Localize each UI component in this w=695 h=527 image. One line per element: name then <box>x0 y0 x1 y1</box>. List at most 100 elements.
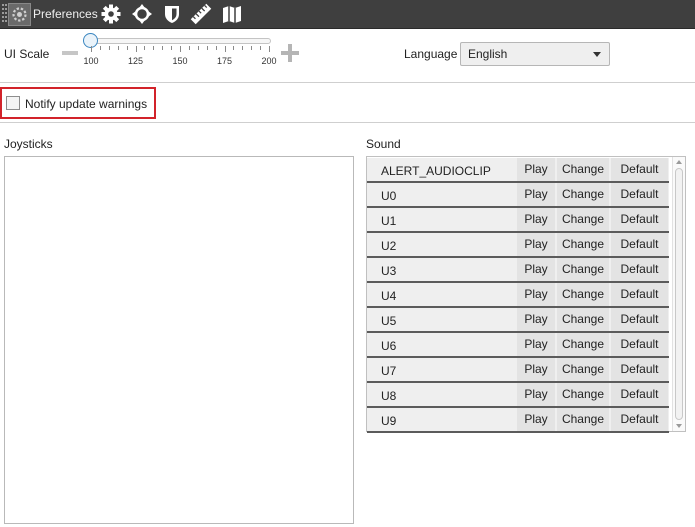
notify-update-warnings-checkbox[interactable] <box>6 96 20 110</box>
slider-tick <box>144 46 146 50</box>
language-label: Language <box>404 47 458 61</box>
scroll-down-icon[interactable] <box>676 424 682 428</box>
slider-tick-label: 100 <box>83 56 99 66</box>
default-button[interactable]: Default <box>611 308 668 331</box>
ruler-icon[interactable] <box>190 3 212 25</box>
change-button[interactable]: Change <box>557 183 609 206</box>
sound-row[interactable]: U0 Play Change Default <box>367 183 669 208</box>
slider-tick <box>180 46 181 52</box>
default-button[interactable]: Default <box>611 158 668 181</box>
play-button[interactable]: Play <box>517 208 555 231</box>
default-button[interactable]: Default <box>611 233 668 256</box>
sound-name: ALERT_AUDIOCLIP <box>381 164 491 178</box>
slider-tick <box>269 46 270 52</box>
sound-row[interactable]: ALERT_AUDIOCLIP Play Change Default <box>367 158 669 183</box>
joysticks-list[interactable] <box>4 156 354 524</box>
slider-tick-label: 200 <box>261 56 277 66</box>
sound-row[interactable]: U6 Play Change Default <box>367 333 669 358</box>
scroll-up-icon[interactable] <box>676 160 682 164</box>
play-button[interactable]: Play <box>517 333 555 356</box>
slider-tick <box>171 46 173 50</box>
change-button[interactable]: Change <box>557 408 609 431</box>
play-button[interactable]: Play <box>517 358 555 381</box>
slider-tick <box>162 46 164 50</box>
slider-tick <box>126 46 128 50</box>
language-select[interactable]: English <box>460 42 610 66</box>
sound-row[interactable]: U4 Play Change Default <box>367 283 669 308</box>
slider-tick <box>260 46 262 50</box>
sound-scrollbar[interactable] <box>672 157 685 431</box>
ui-scale-label: UI Scale <box>4 47 50 61</box>
play-button[interactable]: Play <box>517 233 555 256</box>
change-button[interactable]: Change <box>557 258 609 281</box>
change-button[interactable]: Change <box>557 308 609 331</box>
sound-row[interactable]: U7 Play Change Default <box>367 358 669 383</box>
gear-icon[interactable] <box>100 3 122 25</box>
shield-icon[interactable] <box>161 3 183 25</box>
joysticks-title: Joysticks <box>4 137 53 151</box>
crosshair-icon[interactable] <box>131 3 153 25</box>
play-button[interactable]: Play <box>517 383 555 406</box>
default-button[interactable]: Default <box>611 183 668 206</box>
slider-tick <box>108 46 110 50</box>
default-button[interactable]: Default <box>611 258 668 281</box>
change-button[interactable]: Change <box>557 208 609 231</box>
sound-name: U7 <box>381 364 397 378</box>
sound-name: U9 <box>381 414 397 428</box>
default-button[interactable]: Default <box>611 208 668 231</box>
slider-tick <box>206 46 208 50</box>
slider-tick <box>242 46 244 50</box>
sound-row[interactable]: U3 Play Change Default <box>367 258 669 283</box>
default-button[interactable]: Default <box>611 358 668 381</box>
slider-tick <box>215 46 217 50</box>
sound-list[interactable]: ALERT_AUDIOCLIP Play Change Default U0 Play Ch… <box>366 156 686 433</box>
map-icon[interactable] <box>221 3 243 25</box>
sound-name: U2 <box>381 239 397 253</box>
slider-tick <box>117 46 119 50</box>
slider-tick <box>188 46 190 50</box>
change-button[interactable]: Change <box>557 158 609 181</box>
change-button[interactable]: Change <box>557 283 609 306</box>
slider-tick <box>91 46 92 52</box>
scrollbar-thumb[interactable] <box>675 168 683 420</box>
slider-tick <box>197 46 199 50</box>
sound-row[interactable]: U2 Play Change Default <box>367 233 669 258</box>
slider-tick <box>224 46 226 52</box>
divider <box>0 122 695 123</box>
play-button[interactable]: Play <box>517 158 555 181</box>
sound-row[interactable]: U9 Play Change Default <box>367 408 669 433</box>
scale-decrease-button[interactable] <box>62 51 78 55</box>
default-button[interactable]: Default <box>611 383 668 406</box>
sound-name: U5 <box>381 314 397 328</box>
ui-scale-slider[interactable] <box>90 38 271 44</box>
top-toolbar: Preferences <box>0 0 695 29</box>
preferences-icon[interactable] <box>8 3 31 26</box>
play-button[interactable]: Play <box>517 258 555 281</box>
sound-name: U3 <box>381 264 397 278</box>
preferences-label[interactable]: Preferences <box>33 7 98 21</box>
chevron-down-icon <box>593 52 601 57</box>
slider-tick <box>135 46 137 52</box>
sound-name: U0 <box>381 189 397 203</box>
change-button[interactable]: Change <box>557 233 609 256</box>
play-button[interactable]: Play <box>517 283 555 306</box>
play-button[interactable]: Play <box>517 408 555 431</box>
sound-name: U4 <box>381 289 397 303</box>
default-button[interactable]: Default <box>611 333 668 356</box>
notify-update-warnings-label[interactable]: Notify update warnings <box>25 97 147 111</box>
divider <box>0 82 695 83</box>
sound-row[interactable]: U1 Play Change Default <box>367 208 669 233</box>
scale-increase-button-vertical[interactable] <box>288 44 292 62</box>
change-button[interactable]: Change <box>557 333 609 356</box>
default-button[interactable]: Default <box>611 408 668 431</box>
slider-tick <box>153 46 155 50</box>
play-button[interactable]: Play <box>517 308 555 331</box>
change-button[interactable]: Change <box>557 383 609 406</box>
play-button[interactable]: Play <box>517 183 555 206</box>
sound-name: U6 <box>381 339 397 353</box>
change-button[interactable]: Change <box>557 358 609 381</box>
default-button[interactable]: Default <box>611 283 668 306</box>
sound-row[interactable]: U8 Play Change Default <box>367 383 669 408</box>
sound-title: Sound <box>366 137 401 151</box>
sound-row[interactable]: U5 Play Change Default <box>367 308 669 333</box>
